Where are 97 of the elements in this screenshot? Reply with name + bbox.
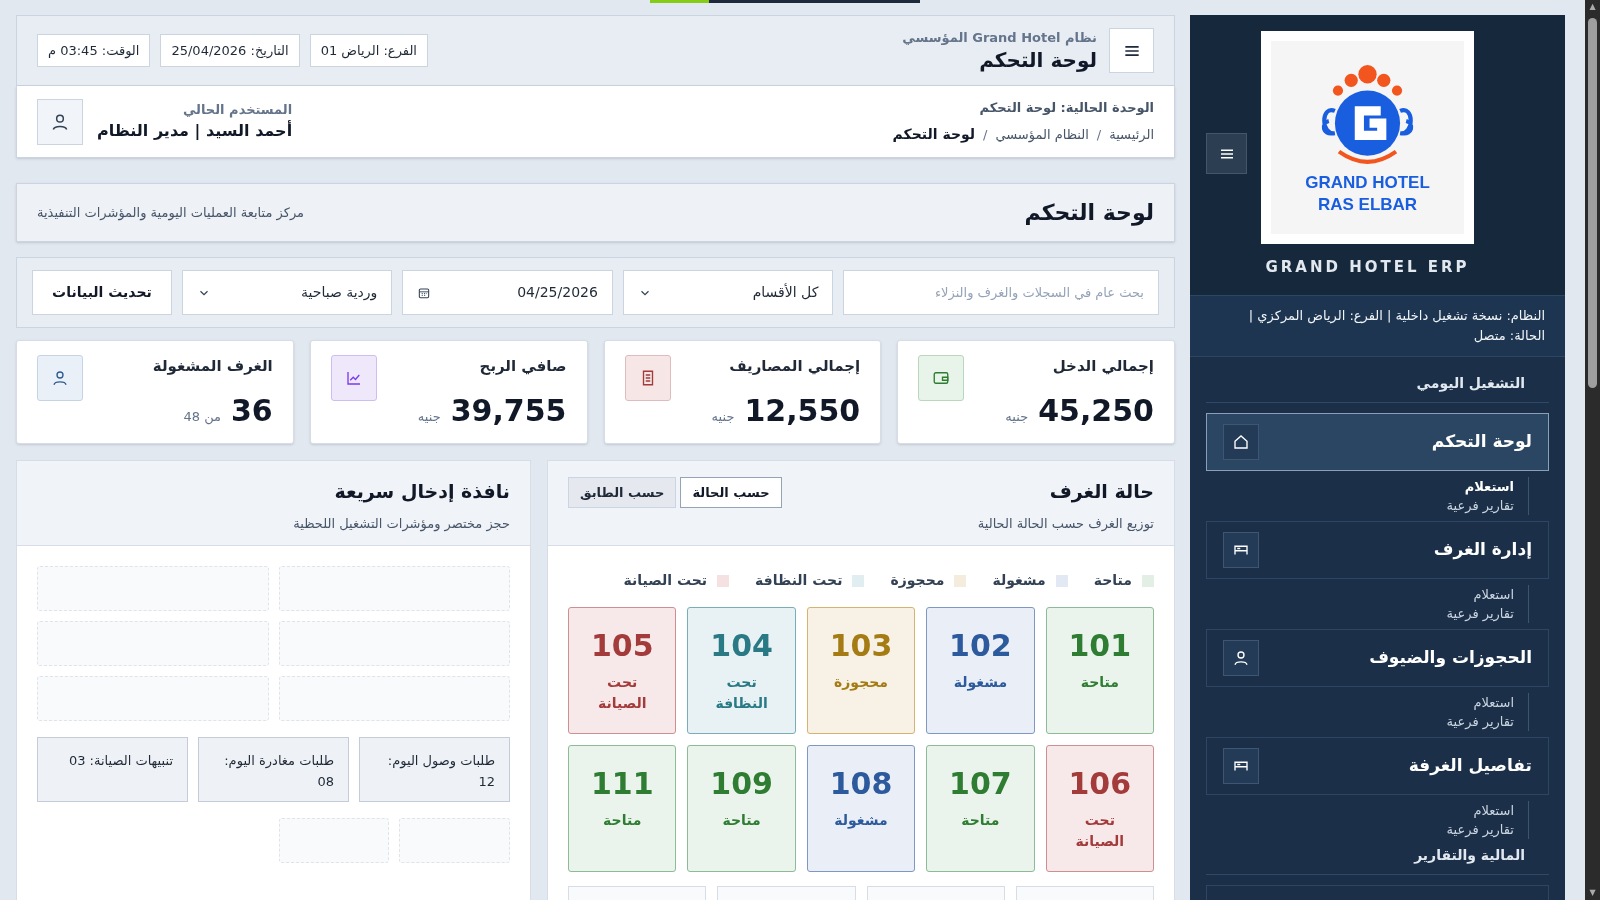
room-status: تحت الصيانة [1074, 811, 1126, 851]
logo-text: GRAND HOTEL [1305, 171, 1430, 194]
app-name: GRAND HOTEL ERP [1265, 257, 1470, 278]
stat-value: 36 [231, 393, 273, 429]
panel-title: نافذة إدخال سريعة [333, 479, 510, 505]
indicator-text: تنبيهات الصيانة: 03 [67, 752, 173, 770]
panel-title: حالة الغرف [1048, 479, 1154, 505]
stat-label: إجمالي المصاريف [728, 356, 861, 377]
stat-label: إجمالي الدخل [1051, 356, 1154, 377]
user-name: أحمد السيد | مدير النظام [97, 119, 293, 143]
sub-nav-item[interactable]: تقارير فرعية [1426, 819, 1514, 839]
calendar-icon [417, 285, 432, 300]
room-number: 102 [949, 628, 1012, 664]
info-chip: الوقت: 03:45 م [37, 34, 151, 67]
room-status: تحت النظافة [714, 673, 769, 713]
stat-unit: جنيه [417, 408, 441, 426]
room-status: تحت الصيانة [596, 673, 648, 713]
page-description: مركز متابعة العمليات اليومية والمؤشرات التنفيذية [37, 203, 305, 223]
stat-unit: من 48 [183, 408, 221, 427]
room-status: متاحة [1079, 673, 1120, 692]
panel-subtitle: حجز مختصر ومؤشرات التشغيل اللحظية [292, 514, 510, 533]
system-info: النظام: نسخة تشغيل داخلية | الفرع: الرياض المركزي | الحالة: متصل [1247, 306, 1545, 345]
sub-nav-item[interactable]: استعلام [1426, 476, 1514, 496]
legend-label: محجوزة [890, 571, 945, 591]
page-title: لوحة التحكم [978, 47, 1097, 74]
room-number: 107 [949, 766, 1012, 802]
breadcrumb-link[interactable]: الرئيسية [1109, 124, 1154, 144]
room-status: متاحة [602, 811, 643, 830]
legend-label: تحت الصيانة [623, 571, 708, 590]
section-heading: المالية والتقارير [1412, 845, 1525, 866]
scroll-up-arrow[interactable]: ▲ [1589, 0, 1596, 14]
shift-select[interactable]: وردية صباحية [181, 270, 393, 315]
legend-swatch [1142, 574, 1154, 587]
search-field[interactable]: بحث عام في السجلات والغرف والنزلاء [843, 270, 1159, 315]
legend-swatch [852, 574, 865, 587]
tab[interactable]: حسب الطابق [568, 477, 677, 508]
room-number: 101 [1068, 628, 1132, 664]
app-subtitle: نظام Grand Hotel المؤسسي [902, 28, 1097, 48]
room-number: 104 [710, 628, 773, 664]
stat-unit: جنيه [711, 408, 735, 426]
stat-value: 45,250 [1038, 393, 1154, 429]
page-heading: لوحة التحكم [1024, 199, 1154, 228]
indicator-text: طلبات وصول اليوم: 12 [386, 752, 495, 791]
stat-label: صافي الربح [478, 356, 567, 377]
stat-value: 12,550 [744, 393, 861, 429]
logo-text: RAS ELBAR [1317, 193, 1418, 216]
sub-nav-item[interactable]: استعلام [1426, 692, 1514, 712]
current-unit: الوحدة الحالية: لوحة التحكم [978, 99, 1154, 118]
stat-unit: جنيه [1005, 408, 1029, 426]
info-chip: الفرع: الرياض 01 [309, 34, 428, 67]
room-status: محجوزة [833, 673, 889, 693]
breadcrumb-current: لوحة التحكم [892, 124, 975, 145]
nav-item[interactable]: تفاصيل الغرفة [1206, 736, 1549, 795]
legend-label: تحت النظافة [755, 571, 843, 590]
room-status: مشغولة [833, 811, 889, 831]
tab[interactable]: حسب الحالة [680, 477, 782, 508]
room-number: 108 [829, 766, 893, 802]
info-chip: التاريخ: 25/04/2026 [160, 34, 300, 67]
legend-label: متاحة [1093, 571, 1132, 590]
nav-item[interactable]: إدارة الغرف [1206, 520, 1549, 579]
refresh-button[interactable]: تحديث البيانات [32, 270, 172, 315]
sub-nav-item[interactable]: استعلام [1426, 800, 1514, 820]
room-number: 111 [590, 766, 654, 802]
room-status: مشغولة [952, 673, 1009, 693]
stat-label: الغرف المشغولة [152, 356, 273, 377]
section-heading: التشغيل اليومي [1415, 373, 1525, 394]
breadcrumb-separator: / [1096, 125, 1102, 144]
breadcrumb-separator: / [983, 125, 988, 144]
department-select[interactable]: كل الأقسام [622, 270, 834, 315]
breadcrumb-link[interactable]: النظام المؤسسي [995, 124, 1089, 144]
legend-swatch [717, 574, 730, 587]
room-status: متاحة [721, 811, 762, 830]
sub-nav-item[interactable]: تقارير فرعية [1426, 495, 1514, 515]
indicator-text: طلبات مغادرة اليوم: 08 [223, 752, 334, 791]
room-number: 105 [590, 628, 654, 664]
menu-button[interactable] [1206, 133, 1247, 174]
legend-label: مشغولة [992, 571, 1046, 591]
sub-nav-item[interactable]: تقارير فرعية [1426, 711, 1514, 731]
room-number: 109 [710, 766, 773, 802]
nav-item[interactable]: لوحة التحكم [1206, 412, 1549, 471]
panel-subtitle: توزيع الغرف حسب الحالة الحالية [977, 514, 1154, 533]
line-chart-icon [344, 369, 363, 387]
date-field[interactable]: 04/25/2026 [402, 270, 613, 315]
wallet-icon [932, 369, 951, 387]
room-number: 106 [1068, 766, 1132, 802]
user-icon [51, 369, 69, 387]
room-status: متاحة [960, 811, 1001, 830]
nav-item[interactable]: الحجوزات والضيوف [1206, 628, 1549, 687]
user-label: المستخدم الحالي [181, 100, 293, 120]
sub-nav-item[interactable]: تقارير فرعية [1426, 603, 1514, 623]
legend-swatch [1055, 574, 1068, 587]
sub-nav-item[interactable]: استعلام [1426, 584, 1514, 604]
room-number: 103 [829, 628, 893, 664]
user-icon [1232, 648, 1250, 667]
scroll-down-arrow[interactable]: ▼ [1589, 886, 1596, 900]
legend-swatch [954, 574, 967, 587]
stat-value: 39,755 [450, 393, 567, 429]
